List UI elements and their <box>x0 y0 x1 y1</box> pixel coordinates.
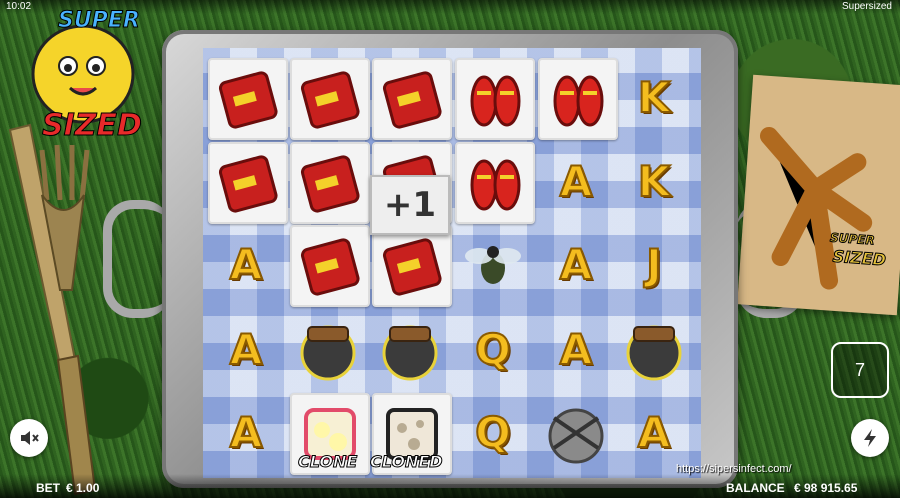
sound-button[interactable] <box>10 419 48 457</box>
letter-symbol: A <box>559 324 593 375</box>
letter-symbol: A <box>637 407 671 458</box>
letter-symbol: A <box>559 239 593 290</box>
turbo-button[interactable] <box>851 419 889 457</box>
board-badge-top: SUPER <box>829 230 876 248</box>
letter-symbol: A <box>229 324 263 375</box>
reel-symbol-press <box>616 310 692 388</box>
chips-icon <box>218 155 278 213</box>
reel-symbol-press <box>290 310 366 388</box>
slippers-icon <box>553 75 604 127</box>
reel-symbol-press-broken <box>538 393 614 471</box>
chips-icon <box>300 238 360 296</box>
multiplier-badge: +1 <box>370 175 450 235</box>
reel-symbol-chips <box>372 58 452 140</box>
reel-symbol-q: Q <box>455 393 531 471</box>
balance-label: BALANCE <box>726 481 785 495</box>
chips-icon <box>382 238 442 296</box>
letter-symbol: J <box>645 239 663 290</box>
logo-sized-text: SIZED <box>42 108 143 144</box>
reel-symbol-chips <box>208 58 288 140</box>
reel-symbol-a: A <box>616 393 692 471</box>
letter-symbol: Q <box>474 324 512 375</box>
slippers-icon <box>470 159 521 211</box>
reel-symbol-fly <box>455 225 531 303</box>
press-broken-icon <box>548 408 604 464</box>
reel-symbol-chips <box>290 58 370 140</box>
letter-symbol: A <box>559 156 593 207</box>
reel-symbol-chips <box>290 225 370 307</box>
chicken-foot-icon <box>759 126 873 290</box>
cloned-label: CLONED <box>370 452 444 472</box>
reel-symbol-a: A <box>538 310 614 388</box>
board-badge-bottom: SIZED <box>832 246 887 270</box>
press-icon <box>626 325 682 381</box>
reel-symbol-slippers <box>455 58 535 140</box>
reel-symbol-a: A <box>208 310 284 388</box>
letter-symbol: A <box>229 407 263 458</box>
reel-symbol-a: A <box>208 393 284 471</box>
clone-label: CLONE <box>297 452 358 472</box>
reel-symbol-slippers <box>538 58 618 140</box>
mute-speaker-icon <box>21 431 39 445</box>
spins-counter: 7 <box>831 342 889 398</box>
reel-symbol-chips <box>290 142 370 224</box>
bet-label: BET <box>36 481 60 495</box>
bet-value[interactable]: € 1.00 <box>66 481 99 495</box>
reel-symbol-j: J <box>616 225 692 303</box>
reel-symbol-chips <box>208 142 288 224</box>
balance-value: € 98 915.65 <box>794 481 858 495</box>
reel-symbol-a: A <box>208 225 284 303</box>
letter-symbol: K <box>637 156 672 207</box>
logo-super-text: SUPER <box>58 8 141 34</box>
press-icon <box>382 325 438 381</box>
reel-symbol-press <box>372 310 448 388</box>
letter-symbol: Q <box>474 407 512 458</box>
fly-icon <box>465 246 521 284</box>
reel-symbol-a: A <box>538 142 614 220</box>
game-logo: SUPER SIZED <box>8 4 158 154</box>
press-icon <box>300 325 356 381</box>
bottom-bar: BET € 1.00 BALANCE € 98 915.65 <box>0 474 900 498</box>
chips-icon <box>300 71 360 129</box>
chips-icon <box>218 71 278 129</box>
game-title: Supersized <box>841 1 892 12</box>
letter-symbol: A <box>229 239 263 290</box>
chips-icon <box>300 155 360 213</box>
reel-symbol-k: K <box>616 58 692 136</box>
reel-symbol-slippers <box>455 142 535 224</box>
reel-symbol-q: Q <box>455 310 531 388</box>
cutting-board: SUPER SIZED <box>737 74 900 316</box>
slippers-icon <box>470 75 521 127</box>
reel-symbol-a: A <box>538 225 614 303</box>
lightning-icon <box>864 429 876 447</box>
fork-decoration <box>39 144 90 291</box>
reel-symbol-k: K <box>616 142 692 220</box>
letter-symbol: K <box>637 72 672 123</box>
chips-icon <box>382 71 442 129</box>
reel-symbol-chips <box>372 225 452 307</box>
